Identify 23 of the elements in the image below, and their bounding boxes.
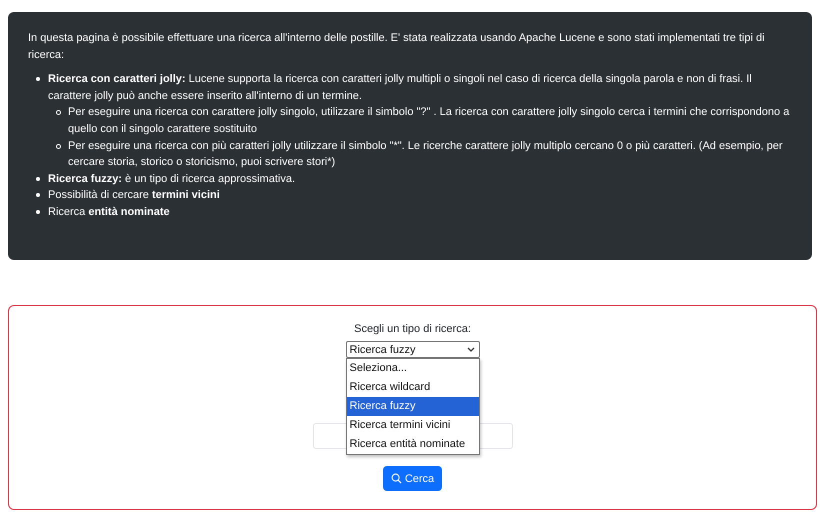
- bullet-icon: [36, 77, 40, 82]
- bullet-icon: [56, 144, 61, 149]
- dropdown-option[interactable]: Ricerca fuzzy: [346, 397, 478, 416]
- dropdown-option[interactable]: Seleziona...: [346, 359, 478, 378]
- bullet-icon: [36, 176, 40, 181]
- select-label: Scegli un tipo di ricerca:: [354, 323, 471, 335]
- search-icon: [390, 473, 402, 484]
- search-type-select[interactable]: Ricerca fuzzy: [346, 341, 480, 358]
- bullet-icon: [36, 210, 40, 214]
- intro-text: In questa pagina è possibile effettuare una ricerca all'interno delle postille. E' stata realizzata usando Apache Lucene e sono stati implementati tre tipi di ricerca:: [28, 32, 765, 61]
- dropdown-option[interactable]: Ricerca wildcard: [346, 378, 478, 397]
- dropdown-option[interactable]: Ricerca entità nominate: [346, 435, 478, 454]
- list-item-text: Per eseguire una ricerca con carattere jolly singolo, utilizzare il simbolo "?" . La ricerca con carattere jolly singolo cerca i termini che corrispondono a quello con il singolo carattere sostituito: [68, 106, 790, 135]
- list-item-text: Ricerca fuzzy: è un tipo di ricerca approssimativa.: [48, 172, 296, 185]
- dropdown-option[interactable]: Ricerca termini vicini: [346, 416, 478, 435]
- list-item-text: Ricerca con caratteri jolly: Lucene supporta la ricerca con caratteri jolly multipli o singoli nel caso di ricerca della singola parola e non di frasi. Il carattere jolly può anche essere inserito all'interno di un termine.: [48, 73, 752, 102]
- chevron-down-icon: [466, 347, 474, 352]
- search-button[interactable]: Cerca: [383, 466, 442, 491]
- bullet-icon: [56, 110, 61, 116]
- list-item-text: Ricerca entità nominate: [48, 206, 170, 218]
- bullet-icon: [36, 193, 40, 198]
- list-item-text: Per eseguire una ricerca con più caratteri jolly utilizzare il simbolo "*". Le ricerche carattere jolly multiplo cercano 0 o più caratteri. (Ad esempio, per cercare storia, storico o storicismo, puoi scrivere stori*): [68, 140, 783, 168]
- list-item-text: Possibilità di cercare termini vicini: [48, 189, 220, 202]
